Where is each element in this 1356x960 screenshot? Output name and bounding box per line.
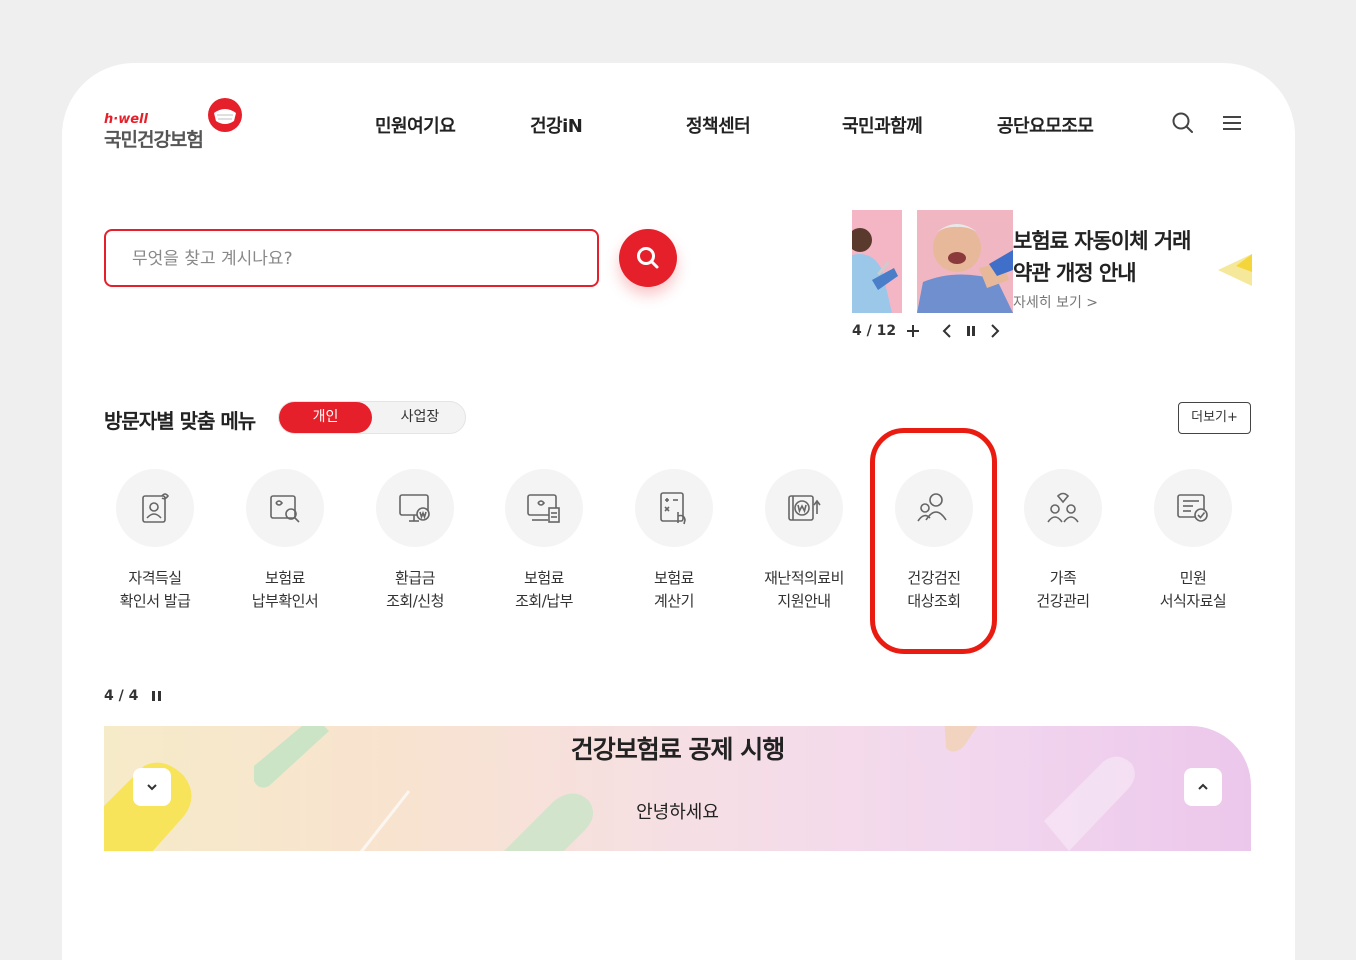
family-heart-icon — [1047, 492, 1079, 523]
chevron-left-icon[interactable] — [939, 322, 957, 340]
promo-title: 건강보험료 공제 시행 — [570, 735, 785, 764]
search-icon[interactable] — [1170, 110, 1196, 136]
chevron-up-icon — [1198, 783, 1208, 790]
visitor-type-toggle: 개인 사업장 — [278, 401, 466, 434]
search-input[interactable] — [132, 247, 572, 271]
menu-label: 보험료 조회/납부 — [515, 569, 573, 610]
highlight-outline — [870, 428, 997, 654]
banner-title-line1[interactable]: 보험료 자동이체 거래 — [1013, 225, 1243, 255]
section-title: 방문자별 맞춤 메뉴 — [104, 409, 256, 433]
certificate-person-icon — [142, 493, 170, 523]
search-icon — [637, 247, 659, 269]
menu-label: 민원 서식자료실 — [1159, 569, 1227, 610]
pause-icon[interactable] — [962, 322, 980, 340]
search-box — [104, 229, 599, 287]
menu-item-qualification[interactable]: 자격득실 확인서 발급 — [90, 469, 220, 619]
menu-item-payment-confirmation[interactable]: 보험료 납부확인서 — [220, 469, 350, 619]
promo-banner[interactable]: 건강보험료 공제 시행 안녕하세요 — [104, 726, 1251, 851]
document-search-icon — [270, 495, 300, 523]
calculator-hand-icon — [660, 492, 686, 525]
banner-title-line2[interactable]: 약관 개정 안내 — [1013, 257, 1243, 287]
search-button[interactable] — [619, 229, 677, 287]
menu-label: 환급금 조회/신청 — [386, 569, 444, 610]
screen-document-icon — [527, 494, 560, 523]
menu-icon-circle — [1154, 469, 1232, 547]
chevron-down-icon — [147, 784, 157, 791]
hamburger-menu-icon[interactable] — [1219, 110, 1245, 136]
document-check-icon — [1177, 494, 1208, 522]
menu-icon-circle — [765, 469, 843, 547]
nav-item-about-corp[interactable]: 공단요모조모 — [997, 112, 1094, 138]
banner-detail-link[interactable]: 자세히 보기 > — [1013, 292, 1098, 312]
logo-main-text: 국민건강보험 — [104, 129, 204, 151]
nav-item-policy-center[interactable]: 정책센터 — [686, 112, 751, 138]
menu-label: 보험료 납부확인서 — [251, 569, 319, 610]
logo-mark-icon — [208, 98, 242, 132]
nav-item-minwon[interactable]: 민원여기요 — [375, 112, 456, 138]
nav-item-health-in[interactable]: 건강iN — [530, 112, 583, 138]
banner-pager: 4 / 12 — [852, 323, 897, 339]
menu-icon-circle — [635, 469, 713, 547]
decorative-triangle-icon — [1218, 254, 1252, 286]
nav-item-with-citizens[interactable]: 국민과함께 — [842, 112, 923, 138]
menu-item-calculator[interactable]: 보험료 계산기 — [609, 469, 739, 619]
promo-subtitle: 안녕하세요 — [636, 802, 719, 823]
menu-item-disaster-medical[interactable]: 재난적의료비 지원안내 — [739, 469, 869, 619]
chevron-right-icon[interactable] — [985, 322, 1003, 340]
menu-label: 재난적의료비 지원안내 — [764, 569, 844, 610]
toggle-business[interactable]: 사업장 — [374, 402, 466, 433]
menu-icon-circle — [116, 469, 194, 547]
menu-label: 가족 건강관리 — [1036, 569, 1090, 610]
menu-icon-circle — [505, 469, 583, 547]
banner-image-prev[interactable] — [852, 210, 902, 313]
promo-prev-button[interactable] — [133, 768, 171, 806]
menu-label: 보험료 계산기 — [654, 569, 694, 610]
menu-item-family-health[interactable]: 가족 건강관리 — [998, 469, 1128, 619]
menu-pager: 4 / 4 — [104, 688, 139, 704]
promo-next-button[interactable] — [1184, 768, 1222, 806]
monitor-won-icon — [399, 494, 430, 522]
menu-item-premium-payment[interactable]: 보험료 조회/납부 — [479, 469, 609, 619]
pause-icon[interactable] — [150, 689, 164, 703]
toggle-personal[interactable]: 개인 — [279, 402, 372, 433]
won-up-arrow-icon — [788, 495, 821, 521]
elderly-vaccination-photo-icon — [917, 210, 1013, 313]
vaccination-photo-icon — [852, 210, 902, 313]
more-button[interactable]: 더보기+ — [1178, 402, 1251, 434]
menu-icon-circle — [376, 469, 454, 547]
banner-image-current[interactable] — [917, 210, 1013, 313]
plus-icon[interactable] — [904, 322, 922, 340]
menu-item-refund[interactable]: 환급금 조회/신청 — [350, 469, 480, 619]
menu-item-forms-library[interactable]: 민원 서식자료실 — [1128, 469, 1258, 619]
menu-icon-circle — [1024, 469, 1102, 547]
menu-icon-circle — [246, 469, 324, 547]
menu-label: 자격득실 확인서 발급 — [119, 569, 191, 610]
